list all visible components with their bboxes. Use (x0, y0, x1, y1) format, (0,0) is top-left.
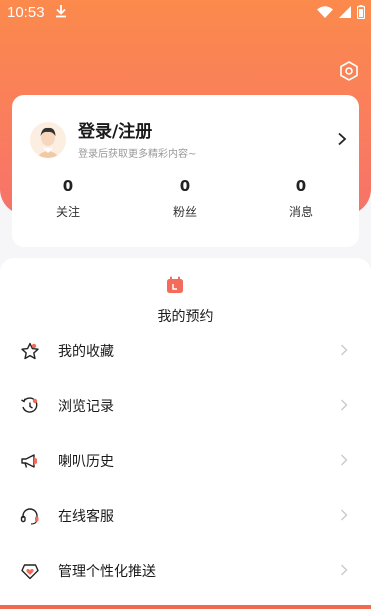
wifi-icon (317, 6, 333, 18)
stat-followers[interactable]: 0 粉丝 (145, 177, 225, 220)
stat-value: 0 (295, 177, 307, 195)
menu-item-label: 我的收藏 (58, 344, 114, 360)
user-avatar-icon (30, 122, 66, 158)
menu-item-favorites[interactable]: 我的收藏 (0, 328, 371, 372)
chevron-right-icon (341, 344, 348, 356)
avatar[interactable] (30, 122, 66, 158)
stat-value: 0 (179, 177, 191, 195)
status-bar: 10:53 (0, 0, 371, 24)
my-bookings-label[interactable]: 我的预约 (0, 306, 371, 326)
menu-item-label: 管理个性化推送 (58, 564, 156, 580)
stat-label: 消息 (288, 205, 313, 219)
bottom-accent-bar (0, 605, 371, 609)
heart-shield-icon (21, 564, 39, 580)
headset-icon (20, 508, 39, 525)
chevron-right-icon[interactable] (337, 132, 347, 146)
menu-item-history[interactable]: 浏览记录 (0, 383, 371, 427)
stat-label: 关注 (55, 205, 80, 219)
status-time: 10:53 (7, 4, 45, 21)
chevron-right-icon (341, 509, 348, 521)
profile-card: 登录/注册 登录后获取更多精彩内容~ 0 关注 0 粉丝 0 消息 (12, 95, 359, 247)
signal-icon (339, 6, 351, 18)
history-icon (21, 397, 38, 413)
chevron-right-icon (341, 454, 348, 466)
menu-item-personalized-push[interactable]: 管理个性化推送 (0, 548, 371, 592)
download-icon (56, 5, 66, 18)
chevron-right-icon (341, 564, 348, 576)
stat-following[interactable]: 0 关注 (28, 177, 108, 220)
megaphone-icon (21, 454, 37, 468)
menu-item-megaphone-history[interactable]: 喇叭历史 (0, 438, 371, 482)
calendar-booking-icon[interactable] (166, 276, 184, 294)
menu-item-label: 喇叭历史 (58, 454, 114, 470)
menu-item-online-support[interactable]: 在线客服 (0, 493, 371, 537)
settings-hexagon-icon[interactable] (338, 60, 360, 82)
menu-item-label: 在线客服 (58, 509, 114, 525)
battery-icon (357, 5, 365, 19)
stat-label: 粉丝 (172, 205, 197, 219)
star-icon (21, 342, 39, 360)
chevron-right-icon (341, 399, 348, 411)
login-register-title[interactable]: 登录/注册 (78, 117, 152, 142)
stat-value: 0 (62, 177, 74, 195)
main-card: 我的预约 我的收藏 浏览记录 喇叭历史 在线客服 管理个性化推送 (0, 258, 371, 609)
stat-messages[interactable]: 0 消息 (261, 177, 341, 220)
login-subtitle: 登录后获取更多精彩内容~ (78, 149, 197, 160)
menu-item-label: 浏览记录 (58, 399, 114, 415)
